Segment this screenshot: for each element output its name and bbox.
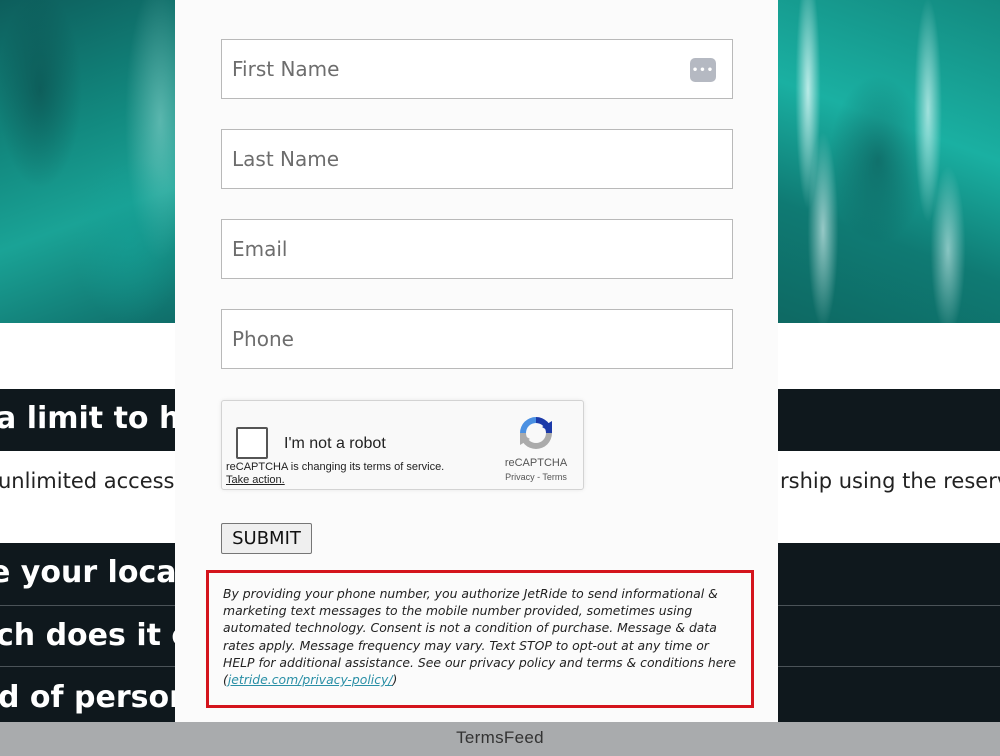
phone-input[interactable] [222, 310, 732, 368]
recaptcha-take-action-link[interactable]: Take action. [226, 474, 285, 486]
last-name-input[interactable] [222, 130, 732, 188]
disclaimer-suffix: ) [392, 672, 398, 688]
footer-label[interactable]: TermsFeed [0, 728, 1000, 748]
first-name-input[interactable] [222, 40, 732, 98]
faq-text-right: rship using the reserva [780, 469, 1000, 493]
submit-button[interactable]: SUBMIT [221, 523, 312, 554]
privacy-policy-link[interactable]: jetride.com/privacy-policy/ [228, 672, 393, 687]
recaptcha-privacy-terms[interactable]: Privacy - Terms [484, 472, 588, 482]
recaptcha-label: I'm not a robot [284, 435, 386, 452]
sms-consent-disclaimer: By providing your phone number, you auth… [206, 570, 754, 708]
password-manager-icon[interactable]: ••• [690, 58, 716, 82]
hero-image-right [778, 0, 1000, 323]
last-name-field[interactable] [221, 129, 733, 189]
hero-image-left [0, 0, 175, 323]
phone-field[interactable] [221, 309, 733, 369]
recaptcha-checkbox[interactable] [236, 427, 268, 459]
signup-modal: ••• I'm not a robot reCAPTCHA is changin… [175, 0, 778, 722]
disclaimer-text: By providing your phone number, you auth… [223, 585, 737, 688]
faq-heading-2[interactable]: e your locati [0, 555, 201, 590]
email-field[interactable] [221, 219, 733, 279]
faq-heading-4[interactable]: d of person [0, 680, 190, 715]
termsfeed-footer: TermsFeed [0, 722, 1000, 756]
recaptcha-brand: reCAPTCHA [504, 457, 568, 469]
faq-text-left: unlimited access to [0, 469, 203, 493]
recaptcha-widget: I'm not a robot reCAPTCHA is changing it… [221, 400, 584, 490]
recaptcha-notice: reCAPTCHA is changing its terms of servi… [226, 461, 445, 473]
first-name-field[interactable]: ••• [221, 39, 733, 99]
recaptcha-logo-icon [520, 417, 552, 449]
faq-heading-1: a limit to ho [0, 401, 201, 436]
email-input[interactable] [222, 220, 732, 278]
